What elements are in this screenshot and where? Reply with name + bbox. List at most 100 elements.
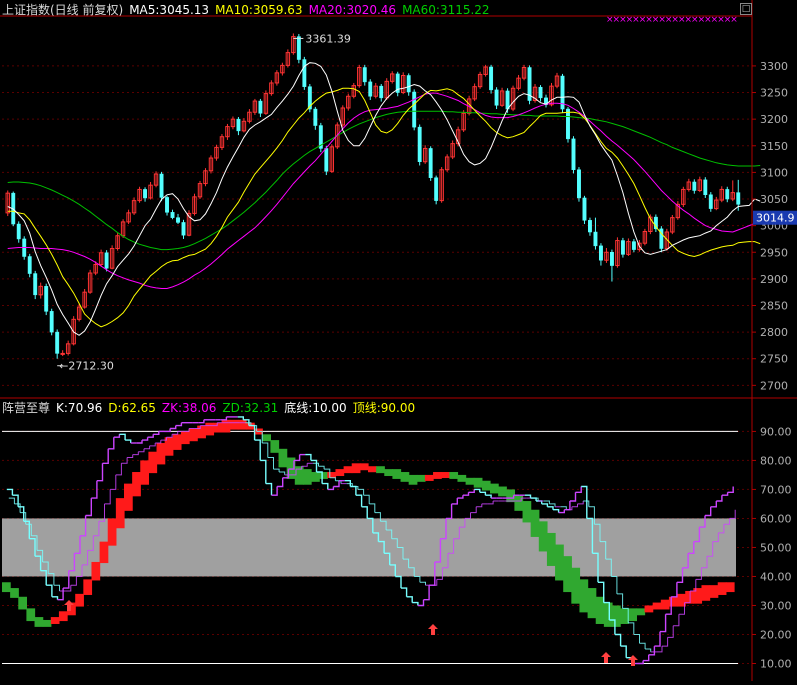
d-step-line [673, 614, 680, 627]
d-step-line [577, 501, 584, 505]
camp-bar [408, 474, 418, 485]
main-tick-label: 3050 [760, 193, 788, 206]
d-step-line [656, 646, 663, 653]
k-step-line [108, 437, 115, 450]
candle-body-down [631, 241, 636, 250]
camp-bar [2, 582, 11, 593]
candle-body-down [379, 85, 384, 99]
k-step-line [660, 614, 667, 633]
candle-body-down [104, 252, 109, 269]
camp-bar [132, 472, 141, 497]
k-step-line [541, 503, 549, 507]
k-step-line [423, 585, 430, 601]
camp-bar [522, 501, 532, 523]
camp-bar [457, 474, 467, 482]
d-step-line [357, 488, 365, 496]
candle-body-down [725, 189, 730, 200]
candle-body-down [16, 223, 21, 240]
camp-bar [34, 617, 44, 627]
camp-bar [384, 469, 393, 477]
legend-ma10: MA10:3059.63 [215, 3, 303, 17]
indicator-tick-label: 90.00 [760, 425, 792, 438]
k-step-line [333, 480, 340, 488]
camp-bar [612, 605, 621, 627]
camp-bar [660, 599, 670, 610]
maximize-icon[interactable]: □ [740, 3, 752, 15]
d-step-line [144, 445, 151, 450]
d-step-line [419, 581, 426, 586]
candle-body-down [505, 90, 510, 110]
camp-bar [628, 608, 637, 622]
k-step-line [637, 660, 644, 665]
d-step-line [110, 474, 117, 490]
d-step-line [318, 465, 325, 470]
camp-bar [555, 544, 564, 581]
camp-bar [490, 483, 499, 494]
d-step-line [70, 576, 77, 586]
main-tick-label: 2850 [760, 299, 788, 312]
d-step-line [639, 642, 646, 649]
camp-bar [237, 419, 247, 430]
k-step-line [671, 582, 678, 598]
k-step-line [553, 509, 560, 513]
main-price-chart[interactable]: 3361.39 ←2712.30 [5, 32, 761, 373]
legend-ma20: MA20:3020.46 [308, 3, 397, 17]
main-tick-label: 2900 [760, 273, 788, 286]
d-step-line [611, 576, 618, 594]
camp-bar [213, 422, 223, 433]
candle-body-down [368, 81, 373, 97]
camp-bar [514, 495, 524, 511]
k-step-line [558, 509, 565, 514]
indicator-tick-label: 60.00 [760, 512, 792, 525]
camp-bar [351, 463, 361, 474]
d-step-line [127, 454, 134, 458]
camp-bar [538, 521, 548, 552]
camp-bar [587, 588, 597, 619]
camp-bar [26, 608, 36, 622]
d-step-line [53, 584, 60, 591]
k-step-line [716, 495, 723, 502]
d-step-line [149, 443, 156, 447]
candle-body-down [692, 181, 697, 191]
d-step-line [667, 625, 674, 638]
d-step-line [566, 506, 573, 511]
d-step-line [464, 512, 471, 519]
d-step-line [279, 471, 286, 475]
candle-body-down [236, 118, 241, 132]
d-step-line [662, 637, 669, 647]
d-step-line [14, 503, 21, 513]
camp-bar [571, 567, 581, 604]
k-step-line [260, 459, 267, 484]
main-tick-label: 3100 [760, 166, 788, 179]
camp-bar [140, 460, 149, 485]
k-step-line [406, 596, 413, 603]
main-legend: 上证指数(日线 前复权) MA5:3045.13 MA10:3059.63 MA20:… [2, 3, 496, 17]
candle-body-down [258, 100, 263, 114]
d-step-line [363, 494, 370, 504]
camp-bar [205, 422, 215, 436]
camp-bar [701, 585, 711, 601]
candle-body-down [577, 169, 581, 199]
k-step-line [705, 506, 712, 517]
indicator-tick-label: 30.00 [760, 599, 792, 612]
d-step-line [312, 462, 319, 467]
candle-body-down [143, 189, 148, 199]
k-step-line [322, 482, 329, 490]
d-step-line [166, 434, 173, 438]
candle-body-down [362, 67, 367, 83]
camp-bar [83, 579, 93, 595]
camp-bar [563, 556, 572, 593]
d-step-line [262, 442, 269, 458]
k-step-line [220, 416, 228, 421]
d-step-line [633, 634, 640, 644]
k-step-line [12, 494, 19, 507]
k-step-line [113, 434, 121, 438]
k-step-line [643, 654, 650, 662]
camp-bar [392, 469, 402, 479]
camp-bar [229, 419, 239, 430]
d-step-line [414, 576, 421, 583]
main-title: 上证指数(日线 前复权) [2, 3, 124, 17]
main-tick-label: 3250 [760, 87, 788, 100]
d-step-line [104, 489, 111, 505]
d-step-line [628, 622, 635, 635]
